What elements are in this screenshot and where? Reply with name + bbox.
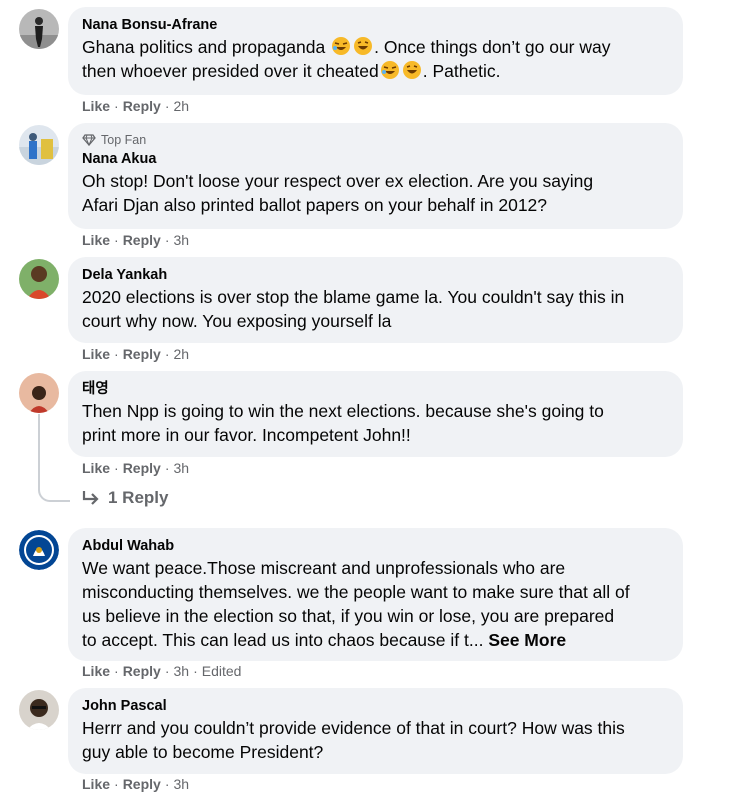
text-segment: . Pathetic. [422, 61, 501, 81]
text-line: guy able to become President? [82, 742, 324, 762]
edited-label[interactable]: Edited [202, 663, 242, 679]
text-line: print more in our favor. Incompetent Joh… [82, 425, 411, 445]
like-link[interactable]: Like [82, 232, 110, 248]
top-fan-badge: Top Fan [82, 132, 669, 148]
comment-actions: Like · Reply · 3h [82, 775, 189, 793]
reply-link[interactable]: Reply [123, 98, 161, 114]
timestamp[interactable]: 3h [173, 776, 189, 792]
text-line: Afari Djan also printed ballot papers on… [82, 195, 548, 215]
timestamp[interactable]: 2h [173, 98, 189, 114]
separator: · [114, 98, 119, 114]
separator: · [164, 232, 170, 248]
like-link[interactable]: Like [82, 460, 110, 476]
like-link[interactable]: Like [82, 346, 110, 362]
text-line: court why now. You exposing yourself la [82, 311, 392, 331]
reply-link[interactable]: Reply [123, 460, 161, 476]
reply-link[interactable]: Reply [123, 776, 161, 792]
text-segment: then whoever presided over it cheated [82, 61, 379, 81]
comment-text: We want peace.Those miscreant and unprof… [82, 556, 669, 652]
separator: · [114, 460, 119, 476]
timestamp[interactable]: 3h [173, 663, 189, 679]
replies-count[interactable]: 1 Reply [108, 488, 168, 508]
separator: · [114, 663, 119, 679]
text-line: Herrr and you couldn’t provide evidence … [82, 718, 625, 738]
separator: · [114, 346, 119, 362]
comment-actions: Like · Reply · 2h [82, 345, 189, 363]
reply-thread-line [38, 414, 70, 502]
text-line: 2020 elections is over stop the blame ga… [82, 287, 625, 307]
rofl-emoji-icon [380, 60, 400, 80]
see-more-link[interactable]: See More [488, 630, 566, 650]
comment-text: Then Npp is going to win the next electi… [82, 399, 669, 447]
text-segment: Ghana politics and propaganda [82, 37, 331, 57]
comment-author[interactable]: 태영 [82, 380, 669, 399]
comment-actions: Like · Reply · 3h [82, 459, 189, 477]
grin-emoji-icon [353, 36, 373, 56]
text-line: misconducting themselves. we the people … [82, 582, 630, 602]
comment-author[interactable]: Abdul Wahab [82, 537, 669, 556]
separator: · [164, 663, 170, 679]
reply-arrow-icon [82, 491, 99, 505]
separator: · [164, 776, 170, 792]
avatar[interactable] [19, 125, 59, 165]
comment-bubble: Top Fan Nana Akua Oh stop! Don't loose y… [68, 123, 683, 229]
comment-text: 2020 elections is over stop the blame ga… [82, 285, 669, 333]
view-replies-link[interactable]: 1 Reply [82, 488, 168, 508]
text-line: Oh stop! Don't loose your respect over e… [82, 171, 594, 191]
timestamp[interactable]: 3h [173, 460, 189, 476]
comment-text: Oh stop! Don't loose your respect over e… [82, 169, 669, 217]
comment-bubble: Nana Bonsu-Afrane Ghana politics and pro… [68, 7, 683, 95]
separator: · [164, 98, 170, 114]
text-line: to accept. This can lead us into chaos b… [82, 630, 489, 650]
comment-text: Herrr and you couldn’t provide evidence … [82, 716, 669, 764]
like-link[interactable]: Like [82, 98, 110, 114]
separator: · [164, 460, 170, 476]
avatar[interactable] [19, 373, 59, 413]
comment-author[interactable]: Dela Yankah [82, 266, 669, 285]
comment-author[interactable]: Nana Akua [82, 150, 669, 169]
comment-actions: Like · Reply · 3h [82, 231, 189, 249]
like-link[interactable]: Like [82, 663, 110, 679]
text-line: We want peace.Those miscreant and unprof… [82, 558, 566, 578]
separator: · [193, 663, 198, 679]
text-segment: . Once things don’t go our way [374, 37, 611, 57]
avatar[interactable] [19, 530, 59, 570]
reply-link[interactable]: Reply [123, 232, 161, 248]
timestamp[interactable]: 2h [173, 346, 189, 362]
separator: · [114, 776, 119, 792]
text-line: Then Npp is going to win the next electi… [82, 401, 604, 421]
reply-link[interactable]: Reply [123, 663, 161, 679]
grin-emoji-icon [402, 60, 422, 80]
separator: · [164, 346, 170, 362]
comment-author[interactable]: Nana Bonsu-Afrane [82, 16, 669, 35]
rofl-emoji-icon [331, 36, 351, 56]
text-line: us believe in the election so that, if y… [82, 606, 615, 626]
reply-link[interactable]: Reply [123, 346, 161, 362]
timestamp[interactable]: 3h [173, 232, 189, 248]
comment-text: Ghana politics and propaganda . Once thi… [82, 35, 669, 83]
avatar[interactable] [19, 259, 59, 299]
separator: · [114, 232, 119, 248]
diamond-icon [82, 134, 96, 146]
avatar[interactable] [19, 9, 59, 49]
comment-author[interactable]: John Pascal [82, 697, 669, 716]
comment-bubble: 태영 Then Npp is going to win the next ele… [68, 371, 683, 457]
comment-bubble: Abdul Wahab We want peace.Those miscrean… [68, 528, 683, 661]
comment-actions: Like · Reply · 2h [82, 97, 189, 115]
top-fan-label: Top Fan [101, 133, 147, 147]
avatar[interactable] [19, 690, 59, 730]
like-link[interactable]: Like [82, 776, 110, 792]
comment-actions: Like · Reply · 3h · Edited [82, 662, 241, 680]
comment-bubble: Dela Yankah 2020 elections is over stop … [68, 257, 683, 343]
comment-bubble: John Pascal Herrr and you couldn’t provi… [68, 688, 683, 774]
